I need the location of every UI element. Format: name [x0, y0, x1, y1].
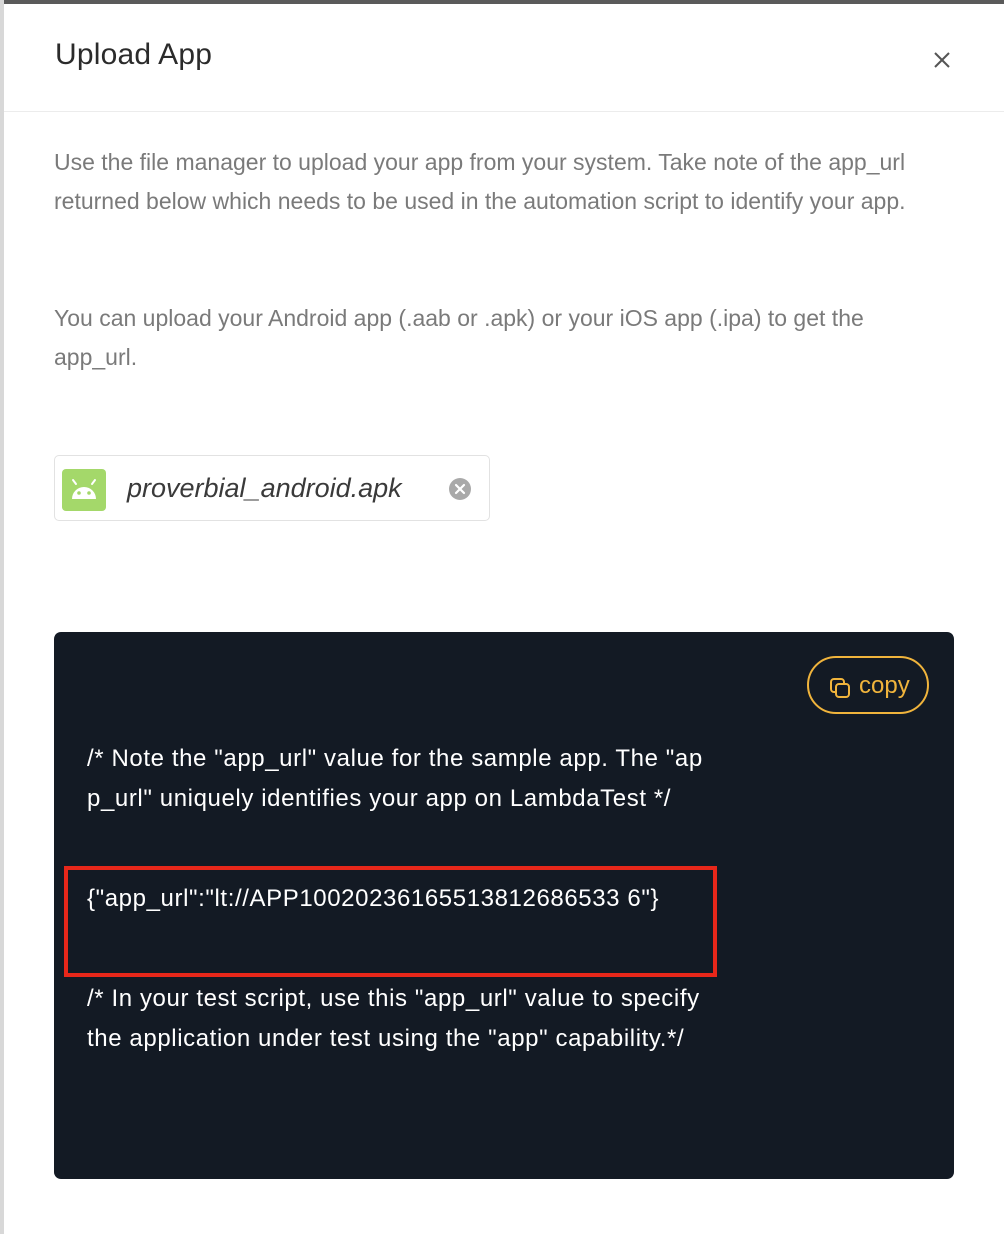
window-left-edge [0, 0, 4, 1234]
close-button[interactable] [930, 48, 954, 72]
app-url-value[interactable]: {"app_url":"lt://APP10020236165513812686… [87, 879, 687, 919]
code-comment-note: /* Note the "app_url" value for the samp… [87, 745, 703, 812]
description-paragraph-1: Use the file manager to upload your app … [54, 149, 906, 214]
android-icon [62, 469, 106, 511]
code-comment-usage: /* In your test script, use this "app_ur… [87, 985, 700, 1052]
close-icon [934, 52, 950, 68]
copy-label: copy [859, 672, 910, 699]
copy-button[interactable]: copy [807, 656, 929, 714]
dialog-title: Upload App [55, 38, 213, 71]
app-url-code-panel: copy /* Note the "app_url" value for the… [54, 632, 954, 1179]
upload-app-dialog: Upload App Use the file manager to uploa… [0, 0, 1004, 1234]
description-paragraph-2: You can upload your Android app (.aab or… [54, 305, 864, 370]
remove-circle-icon [449, 478, 471, 500]
copy-icon [830, 678, 850, 698]
file-name: proverbial_android.apk [127, 473, 402, 503]
uploaded-file-chip: proverbial_android.apk [54, 455, 490, 521]
dialog-header: Upload App [4, 4, 1004, 112]
remove-file-button[interactable] [448, 477, 472, 501]
